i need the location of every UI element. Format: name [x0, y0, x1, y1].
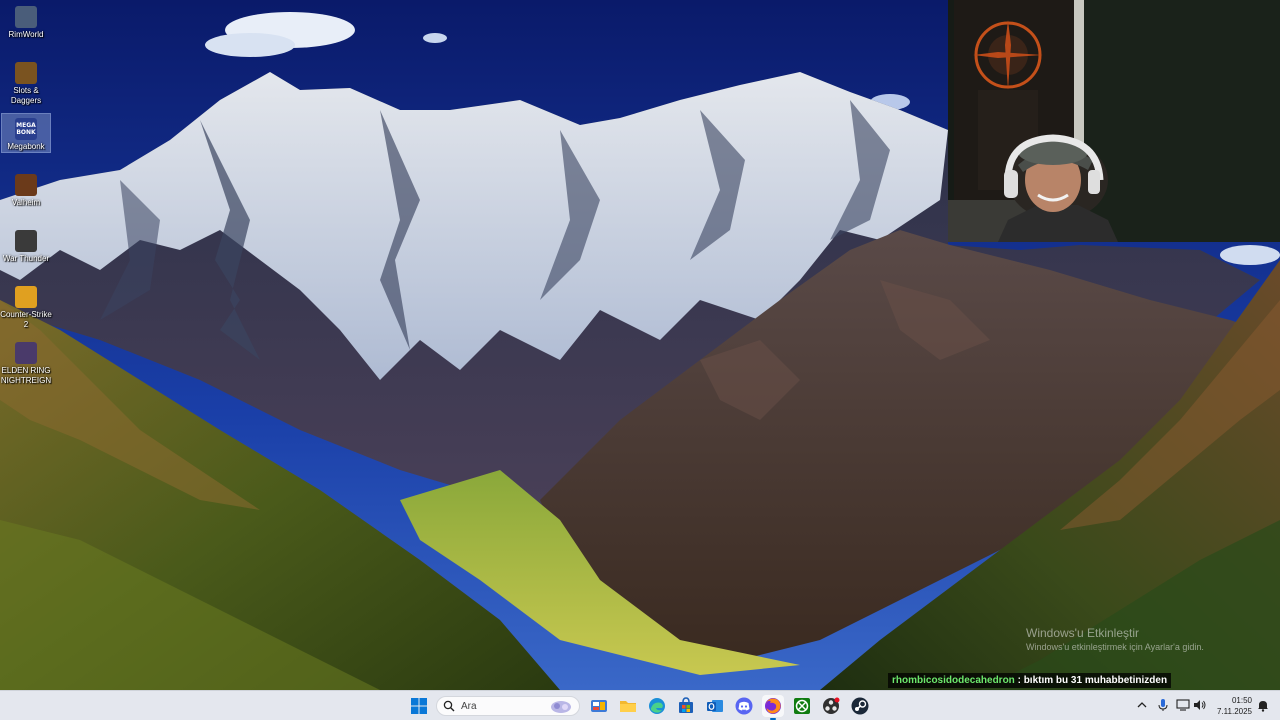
watermark-title: Windows'u Etkinleştir [1026, 626, 1139, 640]
desktop-icon-counter-strike[interactable]: Counter-Strike 2 [0, 282, 52, 330]
desktop-icon-rimworld[interactable]: RimWorld [2, 2, 50, 40]
desktop-icon-label: ELDEN RING NIGHTREIGN [0, 366, 52, 385]
taskbar-app-discord[interactable] [733, 695, 755, 717]
taskbar-app-file-explorer[interactable] [617, 695, 639, 717]
taskbar-app-steam[interactable] [849, 695, 871, 717]
desktop-icon-slots-daggers[interactable]: Slots & Daggers [2, 58, 50, 106]
megabonk-icon: MEGA BONK [15, 118, 37, 140]
valheim-icon [15, 174, 37, 196]
clock-time: 01:50 [1231, 696, 1252, 705]
xbox-icon [794, 698, 810, 714]
clock-date: 7.11.2025 [1217, 707, 1252, 716]
desktop-icon-label: Slots & Daggers [10, 86, 42, 105]
rimworld-icon [15, 6, 37, 28]
taskbar-app-obs[interactable] [820, 695, 842, 717]
elden-ring-icon [15, 342, 37, 364]
slots-daggers-icon [15, 62, 37, 84]
taskbar: Ara 01:50 7.11.2025 [0, 690, 1280, 720]
war-thunder-icon [15, 230, 37, 252]
steam-icon [851, 697, 869, 715]
desktop-icon-elden-ring[interactable]: ELDEN RING NIGHTREIGN [0, 338, 52, 386]
webcam-overlay [948, 0, 1280, 242]
search-placeholder: Ara [461, 700, 477, 712]
search-highlight-icon [551, 701, 571, 713]
discord-icon [735, 697, 753, 715]
chat-message-text: bıktım bu 31 muhabbetinizden [1023, 675, 1168, 686]
desktop-icon-label: RimWorld [8, 30, 44, 39]
chevron-up-icon[interactable] [1135, 698, 1149, 712]
desktop-icon-label: Megabonk [7, 142, 45, 151]
taskbar-app-mail[interactable] [588, 695, 610, 717]
desktop-icon-label: Counter-Strike 2 [0, 310, 52, 329]
start-button[interactable] [408, 695, 430, 717]
taskbar-app-xbox[interactable] [791, 695, 813, 717]
taskbar-app-store[interactable] [675, 695, 697, 717]
taskbar-search-box[interactable]: Ara [436, 696, 580, 716]
firefox-icon [765, 698, 781, 714]
obs-icon [823, 697, 840, 714]
outlook-icon [707, 700, 723, 712]
windows-activation-watermark: Windows'u Etkinleştir Windows'u etkinleş… [1026, 626, 1204, 654]
desktop-icon-megabonk[interactable]: MEGA BONK Megabonk [1, 113, 51, 153]
chat-separator: : [1017, 675, 1021, 686]
notification-bell-icon[interactable] [1256, 698, 1270, 712]
taskbar-app-firefox[interactable] [762, 695, 784, 720]
volume-icon[interactable] [1193, 698, 1207, 712]
stream-chat-message: rhombicosidodecahedron : bıktım bu 31 mu… [888, 673, 1172, 688]
chat-username: rhombicosidodecahedron [892, 675, 1015, 686]
microphone-icon[interactable] [1156, 698, 1170, 712]
desktop-icon-label: Valheim [11, 198, 41, 207]
taskbar-app-edge[interactable] [646, 695, 668, 717]
search-icon [443, 700, 455, 712]
taskbar-clock[interactable]: 01:50 7.11.2025 [1208, 695, 1252, 717]
windows-start-icon [411, 698, 427, 714]
desktop-icon-valheim[interactable]: Valheim [2, 170, 50, 208]
watermark-subtitle: Windows'u etkinleştirmek için Ayarlar'a … [1026, 642, 1204, 652]
mail-icon [591, 700, 607, 712]
desktop-icon-war-thunder[interactable]: War Thunder [2, 226, 50, 264]
store-icon [679, 697, 693, 713]
edge-icon [649, 698, 665, 714]
taskbar-app-outlook[interactable] [704, 695, 726, 717]
desktop-icon-label: War Thunder [2, 254, 50, 263]
folder-icon [620, 701, 636, 712]
network-icon[interactable] [1176, 698, 1190, 712]
counter-strike-icon [15, 286, 37, 308]
